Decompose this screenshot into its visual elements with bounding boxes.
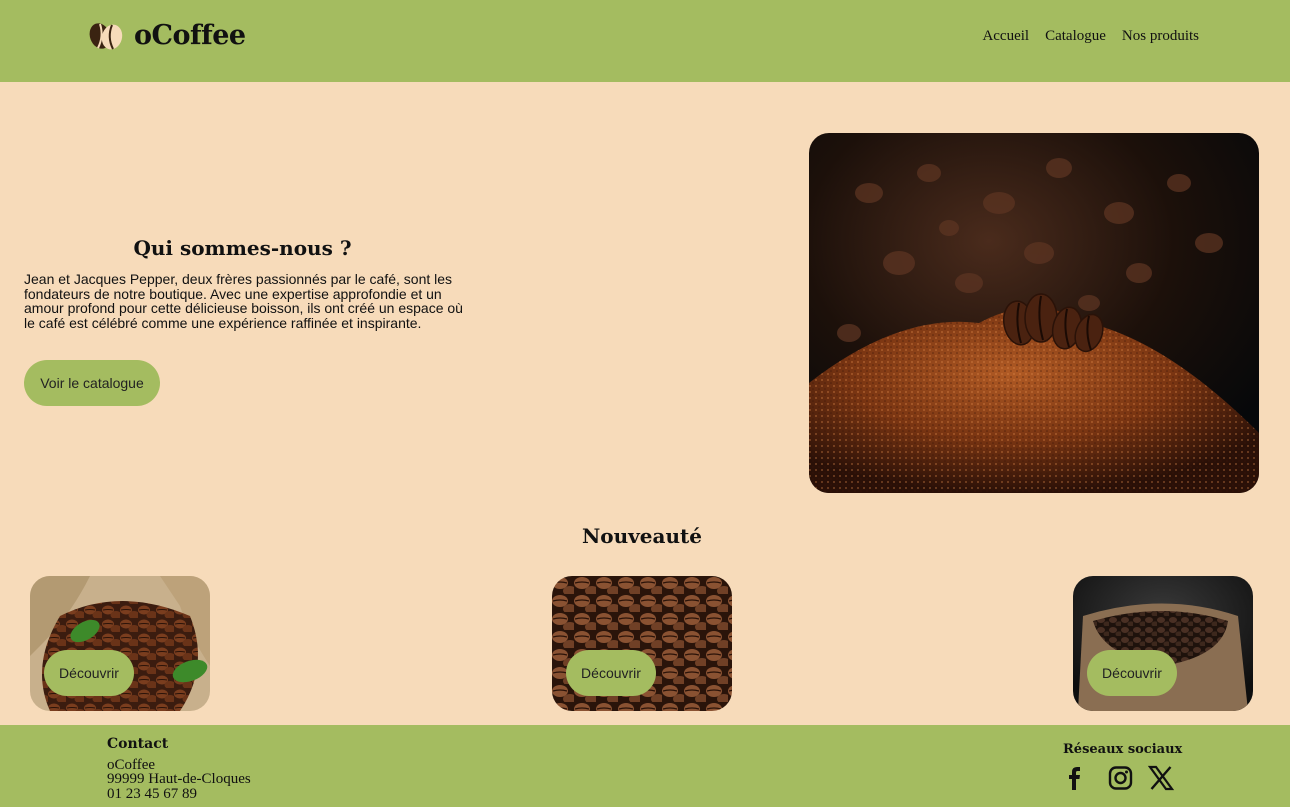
nav-item-nos-produits[interactable]: Nos produits (1122, 28, 1199, 45)
coffee-bean-logo-icon (89, 22, 123, 49)
nav-item-accueil[interactable]: Accueil (982, 28, 1029, 45)
x-icon[interactable] (1141, 765, 1181, 791)
contact-name: oCoffee (107, 756, 156, 773)
product-card[interactable]: Découvrir (1073, 576, 1253, 711)
logo[interactable]: oCoffee (88, 20, 246, 51)
discover-button[interactable]: Découvrir (1087, 650, 1177, 696)
social-icons (1061, 765, 1181, 791)
nav-item-catalogue[interactable]: Catalogue (1045, 28, 1106, 45)
about-title: Qui sommes-nous ? (133, 236, 352, 260)
contact-block: Contact oCoffee 99999 Haut-de-Cloques 01… (107, 737, 251, 801)
product-card[interactable]: Découvrir (30, 576, 210, 711)
social-title: Réseaux sociaux (1063, 742, 1183, 757)
contact-address: 99999 Haut-de-Cloques (107, 771, 251, 787)
new-section-title: Nouveauté (582, 524, 702, 548)
product-card[interactable]: Découvrir (552, 576, 732, 711)
discover-button[interactable]: Découvrir (566, 650, 656, 696)
main-nav: Accueil Catalogue Nos produits (982, 28, 1199, 45)
contact-phone: 01 23 45 67 89 (107, 785, 197, 802)
brand-name: oCoffee (134, 20, 246, 51)
instagram-icon[interactable] (1101, 765, 1141, 791)
site-footer: Contact oCoffee 99999 Haut-de-Cloques 01… (0, 725, 1290, 807)
social-block: Réseaux sociaux (1063, 742, 1183, 791)
site-header: oCoffee Accueil Catalogue Nos produits (0, 0, 1290, 82)
facebook-icon[interactable] (1061, 765, 1101, 791)
hero-coffee-image (809, 133, 1259, 493)
about-text: Jean et Jacques Pepper, deux frères pass… (24, 271, 463, 331)
catalog-button[interactable]: Voir le catalogue (24, 360, 160, 406)
contact-title: Contact (107, 736, 169, 752)
discover-button[interactable]: Découvrir (44, 650, 134, 696)
